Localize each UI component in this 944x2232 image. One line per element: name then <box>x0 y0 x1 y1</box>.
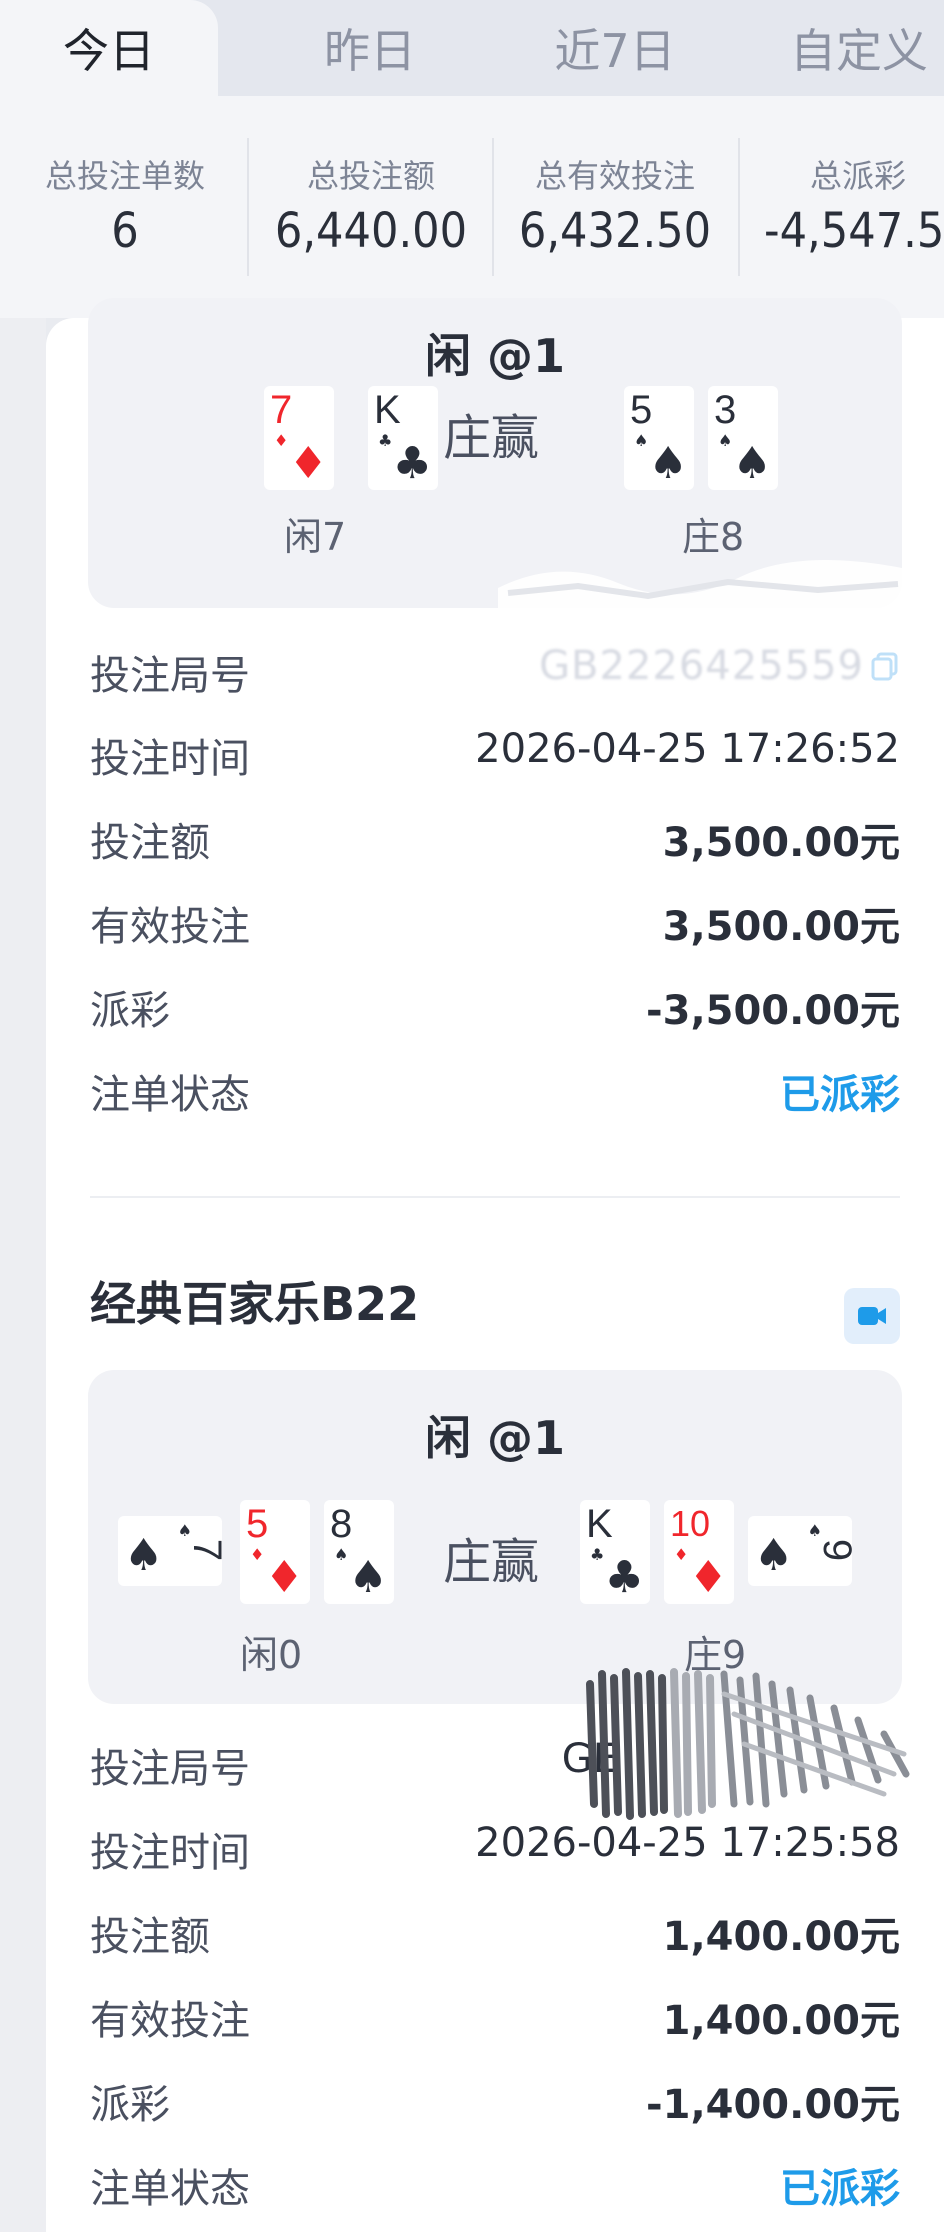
playing-card: 7 ♦ ♦ <box>264 386 334 490</box>
stat-label: 总投注额 <box>306 157 435 195</box>
diamond-icon: ♦ <box>688 1552 728 1603</box>
club-icon: ♣ <box>604 1552 644 1603</box>
tab-yesterday[interactable]: 昨日 <box>270 0 470 96</box>
tab-custom[interactable]: 自定义 <box>760 0 944 96</box>
club-icon: ♣ <box>378 431 393 450</box>
bet-record-list: 闲 @1 7 ♦ ♦ K ♣ ♣ 庄赢 5 ♠ ♠ 3 ♠ ♠ 闲7 庄8 投注… <box>46 298 944 2232</box>
stat-value: 6,432.50 <box>518 203 712 259</box>
player-total: 闲7 <box>284 515 347 559</box>
stat-value: 6,440.00 <box>274 203 468 259</box>
club-icon: ♣ <box>392 438 432 489</box>
row-label-valid-bet: 有效投注 <box>90 1998 250 2044</box>
payout-value: -3,500.00元 <box>646 988 900 1034</box>
spade-icon: ♠ <box>634 431 649 450</box>
spade-icon: ♠ <box>754 1530 794 1581</box>
tab-today[interactable]: 今日 <box>0 0 218 96</box>
playing-card: 8 ♠ ♠ <box>324 1500 394 1604</box>
playing-card: K ♣ ♣ <box>580 1500 650 1604</box>
row-label-status: 注单状态 <box>90 1072 250 1118</box>
bet-selection: 闲 @1 <box>424 329 566 383</box>
video-icon <box>858 1307 886 1325</box>
bet-time-value: 2026-04-25 17:25:58 <box>475 1820 900 1866</box>
stat-value: -4,547.50 <box>764 203 944 259</box>
playing-card: 5 ♦ ♦ <box>240 1500 310 1604</box>
stat-value: 6 <box>111 203 139 259</box>
stat-total-valid: 总有效投注 6,432.50 <box>492 152 738 262</box>
row-label-bet-amount: 投注额 <box>90 820 210 866</box>
payout-value: -1,400.00元 <box>646 2082 900 2128</box>
row-label-payout: 派彩 <box>90 988 170 1034</box>
spade-icon: ♠ <box>124 1530 164 1581</box>
bet-selection: 闲 @1 <box>424 1411 566 1465</box>
spade-icon: ♠ <box>648 438 688 489</box>
row-label-round-id: 投注局号 <box>90 1746 250 1792</box>
banker-total: 庄9 <box>684 1633 747 1677</box>
row-label-payout: 派彩 <box>90 2082 170 2128</box>
diamond-icon: ♦ <box>274 431 289 450</box>
row-label-status: 注单状态 <box>90 2166 250 2212</box>
video-replay-button[interactable] <box>844 1288 900 1344</box>
spade-icon: ♠ <box>732 438 772 489</box>
banker-total: 庄8 <box>682 515 745 559</box>
status-badge: 已派彩 <box>780 1072 900 1118</box>
diamond-icon: ♦ <box>250 1545 265 1564</box>
row-label-valid-bet: 有效投注 <box>90 904 250 950</box>
valid-bet-value: 1,400.00元 <box>662 1998 900 2044</box>
row-label-bet-time: 投注时间 <box>90 736 250 782</box>
game-title: 经典百家乐B22 <box>90 1277 420 1331</box>
row-label-bet-amount: 投注额 <box>90 1914 210 1960</box>
card-rank: K <box>374 388 401 432</box>
diamond-icon: ♦ <box>264 1552 304 1603</box>
playing-card-sideways: 9 ♠ ♠ <box>748 1516 859 1586</box>
club-icon: ♣ <box>590 1545 605 1564</box>
row-label-round-id: 投注局号 <box>90 653 250 699</box>
playing-card: 10 ♦ ♦ <box>664 1500 734 1604</box>
card-rank: 7 <box>270 388 293 432</box>
tab-last-7-days[interactable]: 近7日 <box>520 0 710 96</box>
round-result: 庄赢 <box>443 410 540 466</box>
diamond-icon: ♦ <box>674 1545 689 1564</box>
copy-icon[interactable] <box>870 651 900 681</box>
stat-label: 总投注单数 <box>44 157 205 195</box>
playing-card-sideways: 7 ♠ ♠ <box>118 1516 229 1586</box>
card-rank: 9 <box>814 1538 859 1562</box>
diamond-icon: ♦ <box>288 438 328 489</box>
stat-label: 总派彩 <box>810 157 907 195</box>
bet-result-box: 闲 @1 7 ♦ ♦ K ♣ ♣ 庄赢 5 ♠ ♠ 3 ♠ ♠ 闲7 庄8 <box>88 298 902 608</box>
round-result: 庄赢 <box>443 1534 540 1590</box>
round-id-value: GE <box>561 1736 618 1782</box>
bet-result-box: 闲 @1 7 ♠ ♠ 5 ♦ ♦ 8 ♠ ♠ 庄赢 K ♣ ♣ 10 ♦ ♦ 9… <box>88 1370 902 1704</box>
divider <box>90 1196 900 1198</box>
playing-card: 3 ♠ ♠ <box>708 386 778 490</box>
stat-total-bets: 总投注单数 6 <box>2 152 248 262</box>
spade-icon: ♠ <box>177 1521 192 1540</box>
spade-icon: ♠ <box>718 431 733 450</box>
playing-card: 5 ♠ ♠ <box>624 386 694 490</box>
row-label-bet-time: 投注时间 <box>90 1830 250 1876</box>
spade-icon: ♠ <box>807 1521 822 1540</box>
bet-amount-value: 3,500.00元 <box>662 820 900 866</box>
summary-stats: 总投注单数 6 总投注额 6,440.00 总有效投注 6,432.50 总派彩… <box>0 96 944 318</box>
round-id-value: GB2226425559 <box>539 643 864 689</box>
card-rank: 5 <box>246 1502 269 1546</box>
bet-time-value: 2026-04-25 17:26:52 <box>475 726 900 772</box>
card-rank: K <box>586 1502 613 1546</box>
stat-label: 总有效投注 <box>534 157 695 195</box>
date-tabs: 今日 昨日 近7日 自定义 <box>0 0 944 96</box>
card-rank: 10 <box>670 1503 711 1544</box>
card-rank: 3 <box>714 388 737 432</box>
valid-bet-value: 3,500.00元 <box>662 904 900 950</box>
player-total: 闲0 <box>240 1633 303 1677</box>
spade-icon: ♠ <box>348 1552 388 1603</box>
stat-total-payout: 总派彩 -4,547.50 <box>740 152 944 262</box>
status-badge: 已派彩 <box>780 2166 900 2212</box>
card-rank: 8 <box>330 1502 353 1546</box>
card-rank: 7 <box>184 1538 229 1562</box>
spade-icon: ♠ <box>334 1545 349 1564</box>
list-background <box>0 318 46 2232</box>
playing-card: K ♣ ♣ <box>368 386 438 490</box>
card-rank: 5 <box>630 388 653 432</box>
stat-total-amount: 总投注额 6,440.00 <box>248 152 494 262</box>
bet-amount-value: 1,400.00元 <box>662 1914 900 1960</box>
